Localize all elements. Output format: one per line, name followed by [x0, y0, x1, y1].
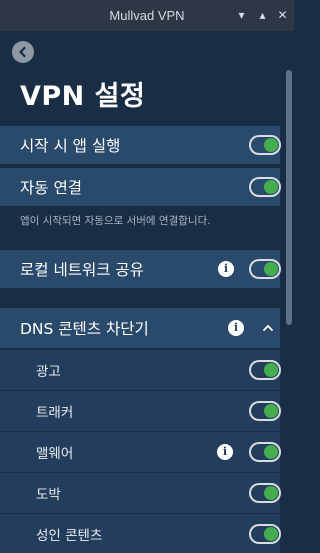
launch-at-startup-toggle[interactable]	[249, 135, 281, 155]
dns-item-label: 트래커	[36, 405, 74, 421]
app-window: Mullvad VPN ▾ ▴ ✕ VPN 설정 시작 시 앱 실행 자동 연결…	[0, 0, 294, 553]
adult-content-toggle[interactable]	[249, 524, 281, 544]
maximize-icon[interactable]: ▴	[254, 7, 271, 24]
dns-item-label: 성인 콘텐츠	[36, 528, 103, 544]
lan-sharing-label: 로컬 네트워크 공유	[20, 261, 144, 279]
back-button[interactable]	[12, 41, 34, 63]
auto-connect-row[interactable]: 자동 연결	[0, 168, 281, 206]
chevron-up-icon[interactable]	[262, 322, 274, 334]
dns-item-trackers[interactable]: 트래커	[0, 391, 281, 431]
dns-item-gambling[interactable]: 도박	[0, 473, 281, 513]
trackers-toggle[interactable]	[249, 401, 281, 421]
ads-toggle[interactable]	[249, 360, 281, 380]
info-icon[interactable]: i	[217, 444, 233, 460]
auto-connect-toggle[interactable]	[249, 177, 281, 197]
dns-item-ads[interactable]: 광고	[0, 350, 281, 390]
malware-toggle[interactable]	[249, 442, 281, 462]
launch-at-startup-row[interactable]: 시작 시 앱 실행	[0, 126, 281, 164]
lan-sharing-toggle[interactable]	[249, 259, 281, 279]
dns-item-label: 도박	[36, 487, 61, 503]
dns-item-label: 맬웨어	[36, 446, 74, 462]
close-icon[interactable]: ✕	[274, 7, 291, 24]
page-title: VPN 설정	[20, 81, 146, 112]
info-icon[interactable]: i	[218, 261, 234, 277]
dns-item-label: 광고	[36, 364, 61, 380]
launch-at-startup-label: 시작 시 앱 실행	[20, 137, 121, 155]
minimize-icon[interactable]: ▾	[233, 7, 250, 24]
dns-item-malware[interactable]: 맬웨어 i	[0, 432, 281, 472]
title-bar[interactable]: Mullvad VPN ▾ ▴ ✕	[0, 0, 294, 31]
auto-connect-description: 앱이 시작되면 자동으로 서버에 연결합니다.	[20, 215, 211, 227]
info-icon[interactable]: i	[228, 320, 244, 336]
dns-blocker-label: DNS 콘텐츠 차단기	[20, 320, 149, 338]
auto-connect-label: 자동 연결	[20, 179, 82, 197]
lan-sharing-row[interactable]: 로컬 네트워크 공유 i	[0, 250, 281, 288]
chevron-left-icon	[19, 46, 26, 58]
dns-blocker-header[interactable]: DNS 콘텐츠 차단기 i	[0, 308, 280, 348]
gambling-toggle[interactable]	[249, 483, 281, 503]
dns-item-adult-content[interactable]: 성인 콘텐츠	[0, 514, 281, 553]
scrollbar[interactable]	[286, 70, 292, 325]
